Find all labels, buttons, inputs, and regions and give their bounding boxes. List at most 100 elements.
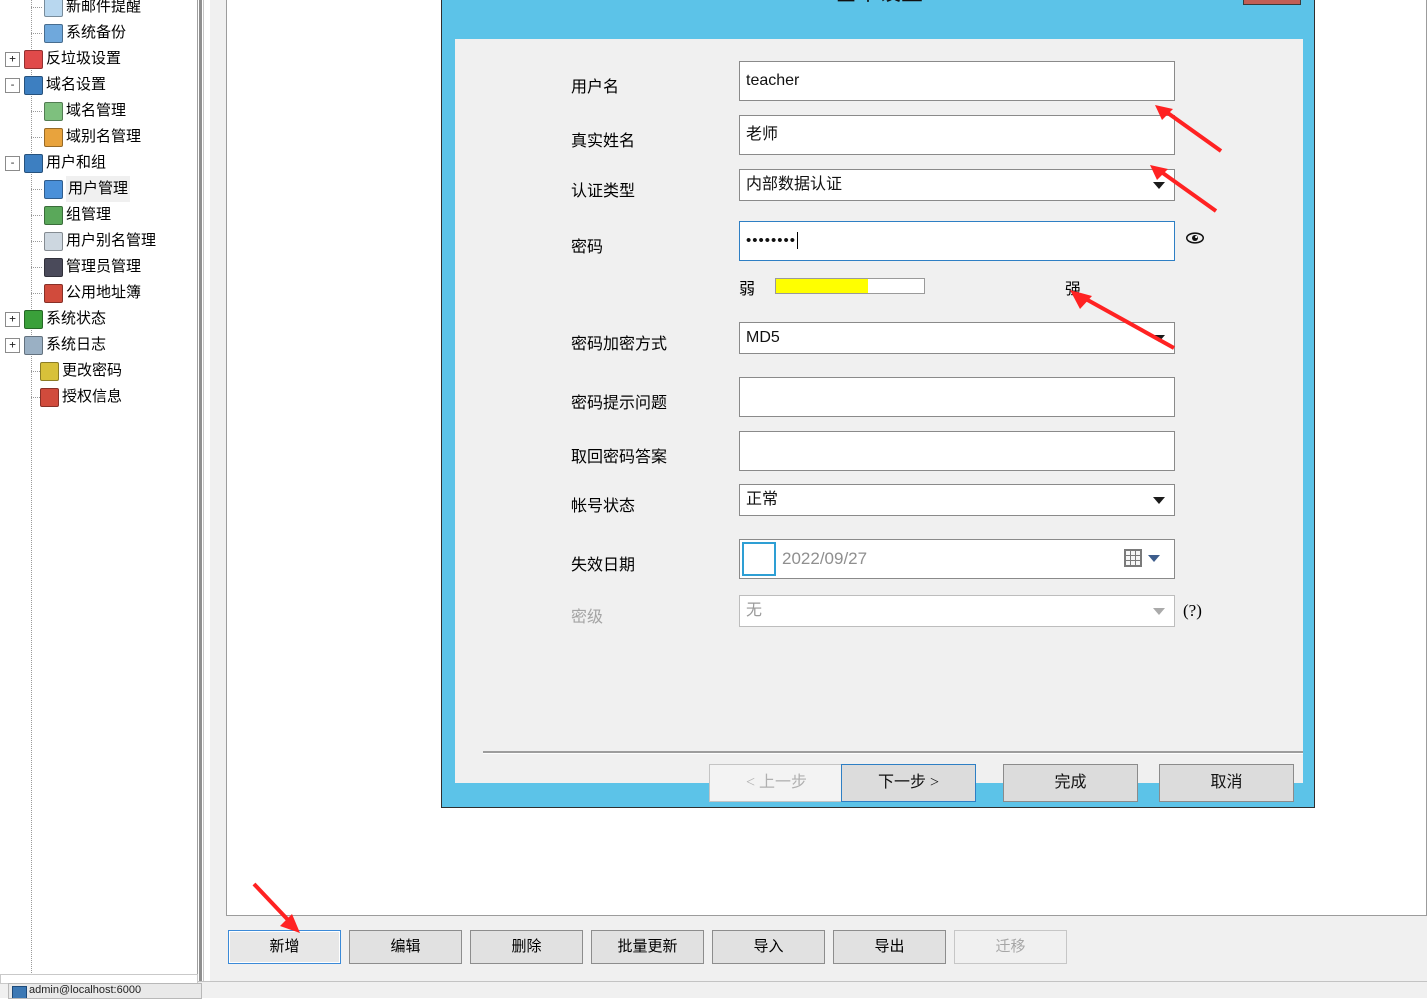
field-row-expiry: 失效日期 2022/09/27 — [455, 539, 1303, 579]
toolbar-button-3[interactable]: 删除 — [470, 930, 583, 964]
tree-guide-dash — [31, 111, 43, 112]
tree-guide-dash — [31, 33, 43, 34]
user-alias-icon — [44, 232, 63, 251]
toolbar-button-2[interactable]: 编辑 — [349, 930, 462, 964]
sidebar-item-1[interactable]: 新邮件提醒 — [0, 0, 194, 20]
security-level-label: 密级 — [571, 609, 604, 626]
sidebar-item-7[interactable]: - 用户和组 — [0, 150, 194, 176]
security-level-select: 无 — [739, 595, 1175, 627]
server-icon — [12, 986, 27, 998]
tree-toggle-icon[interactable]: - — [5, 78, 20, 93]
toolbar-button-1[interactable]: 新增 — [228, 930, 341, 964]
dialog-button-1: < 上一步 — [709, 764, 844, 802]
sidebar-item-8[interactable]: 用户管理 — [0, 176, 194, 202]
field-row-username: 用户名 teacher — [455, 61, 1303, 101]
tree-guide-dash — [31, 137, 43, 138]
expiry-datepicker[interactable]: 2022/09/27 — [739, 539, 1175, 579]
status-bar: admin@localhost:6000 — [0, 974, 1427, 999]
security-level-help-icon[interactable]: (?) — [1183, 601, 1202, 621]
field-row-account-status: 帐号状态 正常 — [455, 484, 1303, 516]
dialog-button-4[interactable]: 取消 — [1159, 764, 1294, 802]
password-strength-fill — [776, 279, 868, 293]
dialog-button-2[interactable]: 下一步 > — [841, 764, 976, 802]
tree-guide-dash — [31, 189, 43, 190]
chevron-down-icon — [1153, 335, 1165, 342]
encryption-select[interactable]: MD5 — [739, 322, 1175, 354]
sidebar-item-6[interactable]: 域别名管理 — [0, 124, 194, 150]
password-strength-row: 弱 强 — [455, 275, 1303, 298]
tree-toggle-icon[interactable]: + — [5, 52, 20, 67]
account-status-select[interactable]: 正常 — [739, 484, 1175, 516]
sidebar-item-3[interactable]: + 反垃圾设置 — [0, 46, 194, 72]
close-icon[interactable]: X — [1243, 0, 1301, 5]
sidebar-item-label: 反垃圾设置 — [46, 50, 122, 67]
change-password-icon — [40, 362, 59, 381]
toolbar-button-5[interactable]: 导入 — [712, 930, 825, 964]
sidebar-item-2[interactable]: 系统备份 — [0, 20, 194, 46]
password-input[interactable]: •••••••• — [739, 221, 1175, 261]
sidebar-item-10[interactable]: 用户别名管理 — [0, 228, 194, 254]
username-input[interactable]: teacher — [739, 61, 1175, 101]
sidebar-item-label: 用户别名管理 — [66, 232, 157, 249]
tree-toggle-icon[interactable]: + — [5, 338, 20, 353]
tree-guide-dash — [31, 215, 43, 216]
tree-guide-dash — [31, 267, 43, 268]
sidebar-splitter[interactable] — [194, 0, 210, 981]
system-status-icon — [24, 310, 43, 329]
status-connection-text: admin@localhost:6000 — [29, 984, 142, 996]
authtype-select[interactable]: 内部数据认证 — [739, 169, 1175, 201]
toolbar-button-4[interactable]: 批量更新 — [591, 930, 704, 964]
sidebar-item-9[interactable]: 组管理 — [0, 202, 194, 228]
password-strength-strong-label: 强 — [1065, 281, 1082, 298]
license-info-icon — [40, 388, 59, 407]
splitter-line-2 — [199, 0, 202, 981]
field-row-realname: 真实姓名 老师 — [455, 115, 1303, 155]
hint-question-input[interactable] — [739, 377, 1175, 417]
splitter-line-1 — [197, 0, 198, 981]
group-manage-icon — [44, 206, 63, 225]
sidebar-item-13[interactable]: + 系统状态 — [0, 306, 194, 332]
sidebar-item-4[interactable]: - 域名设置 — [0, 72, 194, 98]
sidebar-item-label: 管理员管理 — [66, 258, 142, 275]
sidebar-item-label: 系统状态 — [46, 310, 107, 327]
tree-guide-dash — [31, 241, 43, 242]
user-manage-icon — [44, 180, 63, 199]
sidebar-item-5[interactable]: 域名管理 — [0, 98, 194, 124]
dialog-title: 基本设置 — [442, 0, 1316, 7]
tree-guide-dash — [31, 293, 43, 294]
expiry-enable-checkbox[interactable] — [742, 542, 776, 576]
sidebar-item-12[interactable]: 公用地址簿 — [0, 280, 194, 306]
sidebar-item-16[interactable]: 授权信息 — [0, 384, 194, 410]
calendar-dropdown-icon[interactable] — [1148, 555, 1160, 562]
dialog-body: 用户名 teacher 真实姓名 老师 认证类型 内部数据认证 密码 •••••… — [455, 39, 1303, 802]
hint-answer-input[interactable] — [739, 431, 1175, 471]
username-label: 用户名 — [571, 79, 620, 96]
realname-label: 真实姓名 — [571, 133, 636, 150]
domain-manage-icon — [44, 102, 63, 121]
sidebar-item-11[interactable]: 管理员管理 — [0, 254, 194, 280]
toolbar-button-7: 迁移 — [954, 930, 1067, 964]
sidebar-item-label: 更改密码 — [62, 362, 123, 379]
navigation-tree[interactable]: 新邮件提醒 系统备份 + 反垃圾设置 - 域名设置 域名管理 域别名管理 - 用户和组 用户管理 组管… — [0, 0, 194, 981]
antispam-icon — [24, 50, 43, 69]
password-strength-weak-label: 弱 — [739, 281, 756, 298]
toggle-password-visibility-icon[interactable] — [1186, 231, 1204, 245]
hint-answer-label: 取回密码答案 — [571, 449, 668, 466]
system-log-icon — [24, 336, 43, 355]
sidebar-item-15[interactable]: 更改密码 — [0, 358, 194, 384]
dialog-button-3[interactable]: 完成 — [1003, 764, 1138, 802]
tree-toggle-icon[interactable]: + — [5, 312, 20, 327]
field-row-hint-answer: 取回密码答案 — [455, 431, 1303, 471]
hint-question-label: 密码提示问题 — [571, 395, 668, 412]
domain-alias-icon — [44, 128, 63, 147]
realname-input[interactable]: 老师 — [739, 115, 1175, 155]
tree-toggle-icon[interactable]: - — [5, 156, 20, 171]
sidebar-item-14[interactable]: + 系统日志 — [0, 332, 194, 358]
expiry-date-value: 2022/09/27 — [782, 549, 868, 568]
toolbar-button-6[interactable]: 导出 — [833, 930, 946, 964]
chevron-down-icon — [1153, 608, 1165, 615]
sidebar-item-label: 授权信息 — [62, 388, 123, 405]
sidebar-item-label: 用户管理 — [66, 176, 131, 202]
password-strength-bar — [775, 278, 925, 294]
address-book-icon — [44, 284, 63, 303]
